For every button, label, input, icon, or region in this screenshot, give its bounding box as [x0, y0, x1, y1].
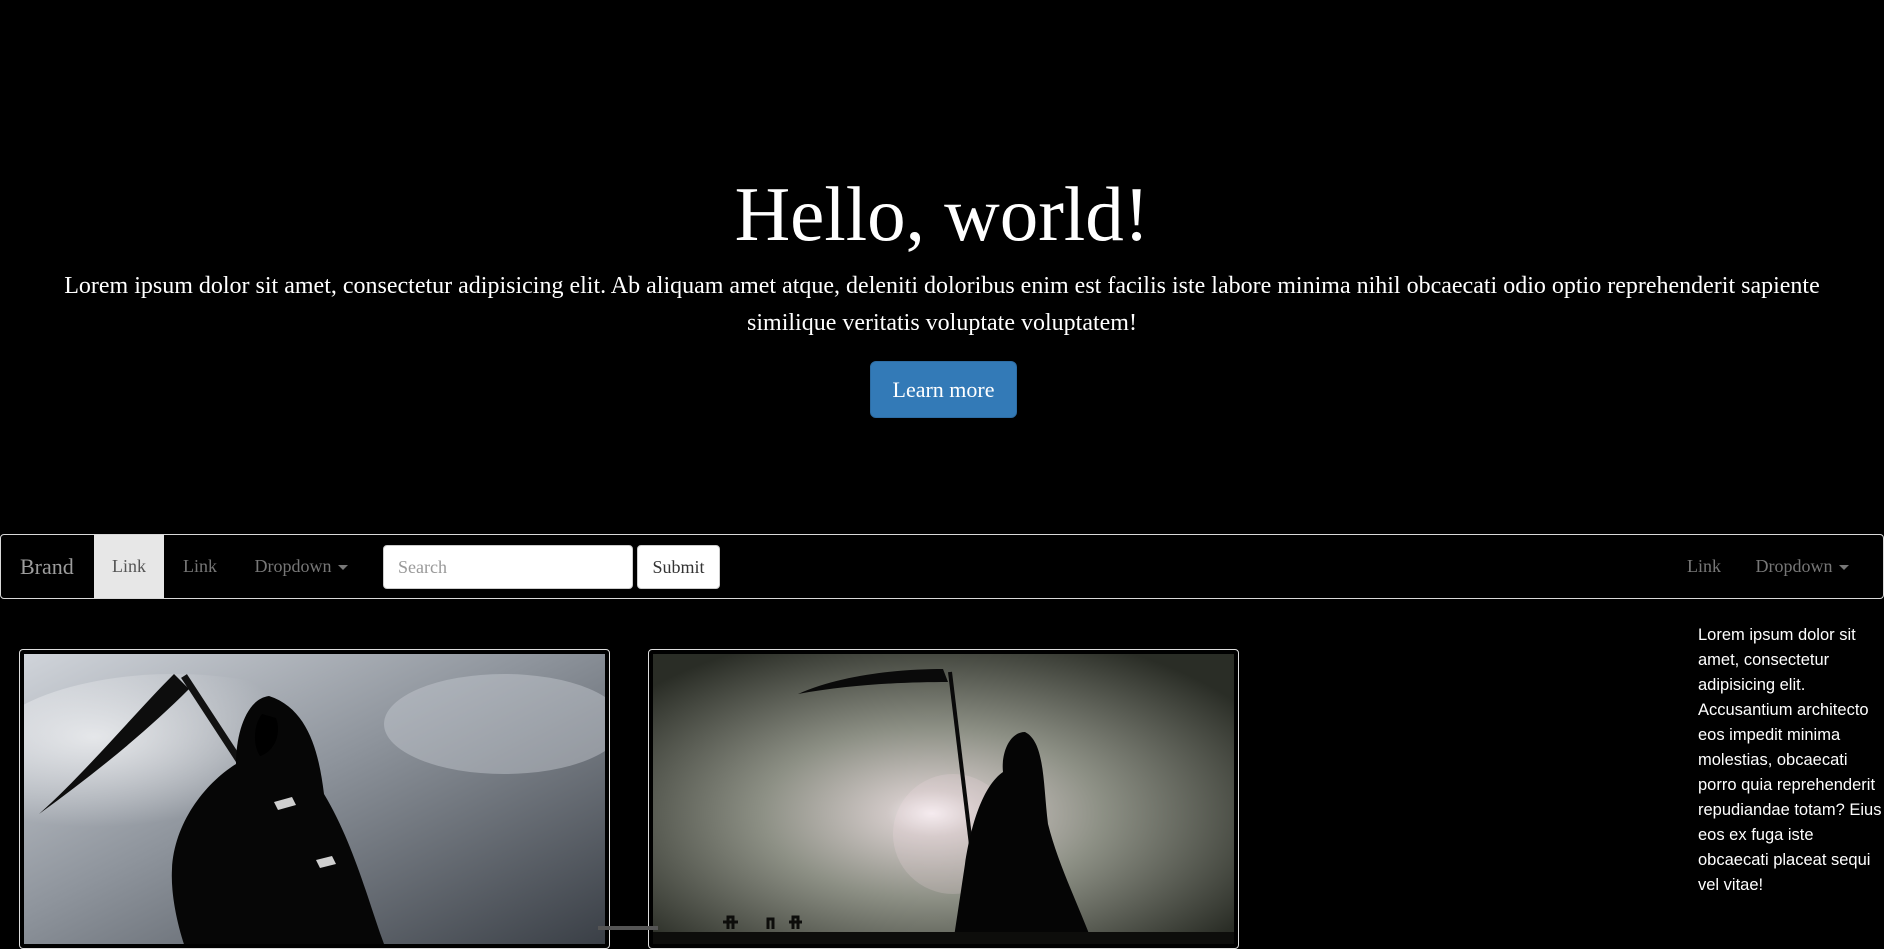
hero-text: Lorem ipsum dolor sit amet, consectetur … [64, 273, 1820, 336]
navbar: Brand Link Link Dropdown Submit Link Dro… [0, 534, 1884, 599]
navbar-brand[interactable]: Brand [20, 535, 74, 598]
nav-link[interactable]: Link [164, 535, 236, 598]
grim-reaper-silhouette-image [653, 654, 1234, 944]
grim-reaper-cloudy-sky-image [24, 654, 605, 944]
search-input[interactable] [383, 545, 633, 589]
nav-dropdown-label: Dropdown [254, 556, 332, 576]
caret-down-icon [1838, 565, 1849, 571]
thumbnail-reaper-2[interactable] [648, 649, 1239, 949]
jumbotron: Hello, world! Lorem ipsum dolor sit amet… [0, 0, 1884, 534]
sidebar-text: Lorem ipsum dolor sit amet, consectetur … [1698, 626, 1882, 894]
nav-link-active[interactable]: Link [94, 535, 164, 598]
nav-dropdown-right-label: Dropdown [1755, 556, 1833, 576]
caret-down-icon [337, 565, 348, 571]
learn-more-button[interactable]: Learn more [870, 361, 1017, 418]
horizontal-scrollbar-thumb[interactable] [598, 926, 658, 930]
nav-dropdown[interactable]: Dropdown [236, 535, 366, 598]
nav-dropdown-right[interactable]: Dropdown [1737, 535, 1867, 598]
nav-link-right[interactable]: Link [1671, 535, 1737, 598]
hero-title: Hello, world! [734, 171, 1150, 257]
submit-button[interactable]: Submit [637, 545, 720, 589]
thumbnail-reaper-1[interactable] [19, 649, 610, 949]
